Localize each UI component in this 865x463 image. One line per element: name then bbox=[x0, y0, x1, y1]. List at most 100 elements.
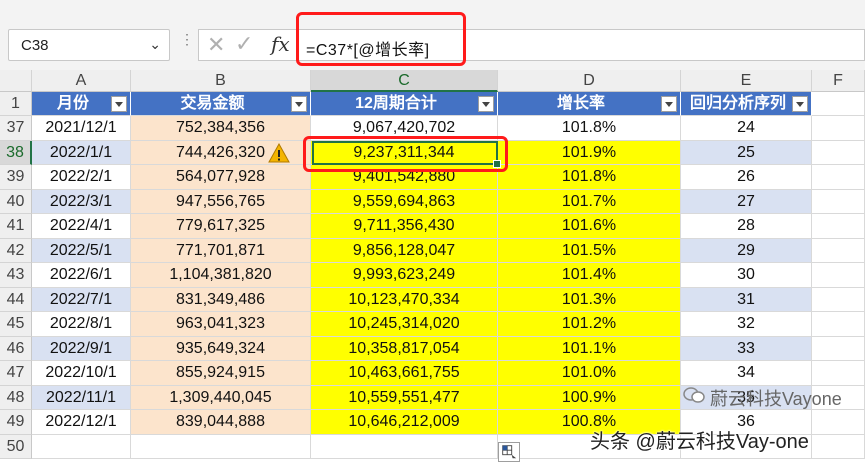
table-cell[interactable]: 10,123,470,334 bbox=[311, 287, 498, 312]
table-header-cell[interactable]: 交易金额 bbox=[131, 92, 311, 116]
cell[interactable] bbox=[812, 214, 865, 239]
cell[interactable] bbox=[812, 116, 865, 141]
table-cell[interactable]: 101.2% bbox=[498, 312, 681, 337]
table-header-cell[interactable]: 12周期合计 bbox=[311, 92, 498, 116]
table-header-cell[interactable]: 月份 bbox=[32, 92, 131, 116]
cell[interactable] bbox=[812, 165, 865, 190]
cell[interactable] bbox=[812, 312, 865, 337]
table-cell[interactable]: 101.6% bbox=[498, 214, 681, 239]
filter-dropdown-icon[interactable] bbox=[661, 96, 677, 112]
table-cell[interactable] bbox=[311, 434, 498, 459]
table-cell[interactable]: 1,104,381,820 bbox=[131, 263, 311, 288]
table-cell[interactable]: 101.4% bbox=[498, 263, 681, 288]
table-cell[interactable]: 101.9% bbox=[498, 140, 681, 165]
row-header[interactable]: 40 bbox=[0, 189, 32, 214]
table-cell[interactable]: 26 bbox=[681, 165, 812, 190]
warning-icon[interactable] bbox=[268, 143, 290, 163]
table-cell[interactable]: 9,559,694,863 bbox=[311, 189, 498, 214]
table-cell[interactable]: 831,349,486 bbox=[131, 287, 311, 312]
row-header[interactable]: 50 bbox=[0, 434, 32, 459]
row-header[interactable]: 41 bbox=[0, 214, 32, 239]
table-cell[interactable]: 2022/6/1 bbox=[32, 263, 131, 288]
table-cell[interactable]: 855,924,915 bbox=[131, 361, 311, 386]
row-header[interactable]: 46 bbox=[0, 336, 32, 361]
table-cell[interactable]: 2021/12/1 bbox=[32, 116, 131, 141]
column-header-e[interactable]: E bbox=[681, 70, 812, 92]
cell[interactable] bbox=[812, 434, 865, 459]
row-header[interactable]: 1 bbox=[0, 92, 32, 116]
table-cell[interactable]: 101.1% bbox=[498, 336, 681, 361]
column-header-c[interactable]: C bbox=[311, 70, 498, 92]
row-header[interactable]: 37 bbox=[0, 116, 32, 141]
table-cell[interactable]: 752,384,356 bbox=[131, 116, 311, 141]
cell[interactable] bbox=[812, 140, 865, 165]
table-cell[interactable]: 947,556,765 bbox=[131, 189, 311, 214]
column-header-d[interactable]: D bbox=[498, 70, 681, 92]
table-cell[interactable]: 10,559,551,477 bbox=[311, 385, 498, 410]
row-header[interactable]: 47 bbox=[0, 361, 32, 386]
table-cell[interactable]: 101.5% bbox=[498, 238, 681, 263]
table-cell[interactable]: 2022/7/1 bbox=[32, 287, 131, 312]
table-cell[interactable]: 101.0% bbox=[498, 361, 681, 386]
name-box[interactable]: C38 ⌄ bbox=[8, 29, 170, 61]
table-cell[interactable]: 101.8% bbox=[498, 116, 681, 141]
table-header-cell[interactable]: 回归分析序列 bbox=[681, 92, 812, 116]
filter-dropdown-icon[interactable] bbox=[291, 96, 307, 112]
row-header[interactable]: 43 bbox=[0, 263, 32, 288]
filter-dropdown-icon[interactable] bbox=[478, 96, 494, 112]
table-cell[interactable]: 27 bbox=[681, 189, 812, 214]
table-cell[interactable]: 100.9% bbox=[498, 385, 681, 410]
chevron-down-icon[interactable]: ⌄ bbox=[149, 36, 161, 53]
table-cell[interactable]: 2022/9/1 bbox=[32, 336, 131, 361]
table-cell[interactable]: 10,245,314,020 bbox=[311, 312, 498, 337]
table-cell[interactable]: 24 bbox=[681, 116, 812, 141]
table-cell[interactable]: 2022/4/1 bbox=[32, 214, 131, 239]
table-cell[interactable]: 2022/2/1 bbox=[32, 165, 131, 190]
row-header[interactable]: 44 bbox=[0, 287, 32, 312]
select-all-corner[interactable] bbox=[0, 70, 32, 92]
table-cell[interactable]: 101.8% bbox=[498, 165, 681, 190]
table-cell[interactable]: 101.3% bbox=[498, 287, 681, 312]
filter-dropdown-icon[interactable] bbox=[792, 96, 808, 112]
table-cell[interactable]: 839,044,888 bbox=[131, 410, 311, 435]
row-header[interactable]: 45 bbox=[0, 312, 32, 337]
table-cell[interactable]: 33 bbox=[681, 336, 812, 361]
table-cell[interactable]: 2022/11/1 bbox=[32, 385, 131, 410]
table-cell[interactable] bbox=[32, 434, 131, 459]
table-cell[interactable]: 9,711,356,430 bbox=[311, 214, 498, 239]
cell[interactable] bbox=[812, 238, 865, 263]
table-cell[interactable]: 2022/3/1 bbox=[32, 189, 131, 214]
confirm-icon[interactable]: ✓ bbox=[235, 31, 253, 57]
table-cell[interactable]: 10,463,661,755 bbox=[311, 361, 498, 386]
table-cell[interactable]: 2022/5/1 bbox=[32, 238, 131, 263]
cancel-icon[interactable]: ✕ bbox=[207, 32, 225, 58]
row-header[interactable]: 48 bbox=[0, 385, 32, 410]
table-cell[interactable]: 2022/1/1 bbox=[32, 140, 131, 165]
row-header[interactable]: 39 bbox=[0, 165, 32, 190]
row-header[interactable]: 49 bbox=[0, 410, 32, 435]
table-cell[interactable]: 31 bbox=[681, 287, 812, 312]
table-cell[interactable]: 25 bbox=[681, 140, 812, 165]
filter-dropdown-icon[interactable] bbox=[111, 96, 127, 112]
table-cell[interactable]: 2022/10/1 bbox=[32, 361, 131, 386]
table-cell[interactable]: 963,041,323 bbox=[131, 312, 311, 337]
column-header-a[interactable]: A bbox=[32, 70, 131, 92]
cell[interactable] bbox=[812, 410, 865, 435]
table-cell[interactable]: 1,309,440,045 bbox=[131, 385, 311, 410]
table-cell[interactable]: 10,358,817,054 bbox=[311, 336, 498, 361]
table-cell[interactable]: 28 bbox=[681, 214, 812, 239]
table-header-cell[interactable]: 增长率 bbox=[498, 92, 681, 116]
insert-function-icon[interactable]: fx bbox=[271, 32, 290, 56]
table-cell[interactable]: 771,701,871 bbox=[131, 238, 311, 263]
table-cell[interactable]: 779,617,325 bbox=[131, 214, 311, 239]
table-cell[interactable]: 935,649,324 bbox=[131, 336, 311, 361]
cell[interactable] bbox=[812, 189, 865, 214]
cell[interactable] bbox=[812, 287, 865, 312]
table-cell[interactable]: 30 bbox=[681, 263, 812, 288]
cell[interactable] bbox=[812, 361, 865, 386]
column-header-f[interactable]: F bbox=[812, 70, 865, 92]
table-cell[interactable]: 2022/12/1 bbox=[32, 410, 131, 435]
table-cell[interactable]: 32 bbox=[681, 312, 812, 337]
row-header[interactable]: 42 bbox=[0, 238, 32, 263]
table-cell[interactable]: 9,993,623,249 bbox=[311, 263, 498, 288]
